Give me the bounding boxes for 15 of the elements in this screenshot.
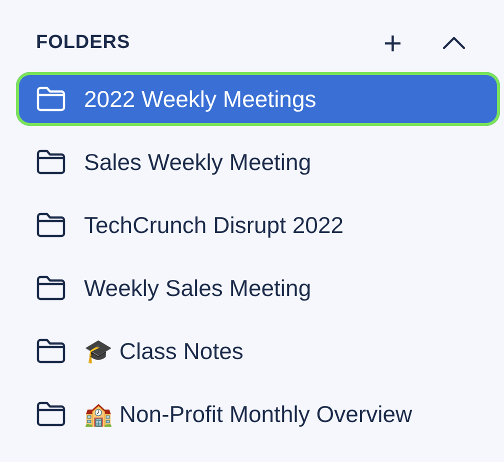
folder-item[interactable]: 2022 Weekly Meetings xyxy=(16,72,500,126)
folder-item[interactable]: Weekly Sales Meeting xyxy=(16,261,500,315)
add-button[interactable]: + xyxy=(383,27,402,59)
folder-item[interactable]: Sales Weekly Meeting xyxy=(16,135,500,189)
folder-item[interactable]: 🎓 Class Notes xyxy=(16,324,500,378)
folder-item[interactable]: TechCrunch Disrupt 2022 xyxy=(16,198,500,252)
section-title: FOLDERS xyxy=(36,30,130,55)
collapse-icon[interactable] xyxy=(442,36,466,50)
folder-icon xyxy=(36,149,66,175)
folder-icon xyxy=(36,338,66,364)
folder-item[interactable]: 🏫 Non-Profit Monthly Overview xyxy=(16,387,500,441)
folder-icon xyxy=(36,401,66,427)
folder-icon xyxy=(36,275,66,301)
folder-icon xyxy=(36,212,66,238)
folder-icon xyxy=(36,86,66,112)
